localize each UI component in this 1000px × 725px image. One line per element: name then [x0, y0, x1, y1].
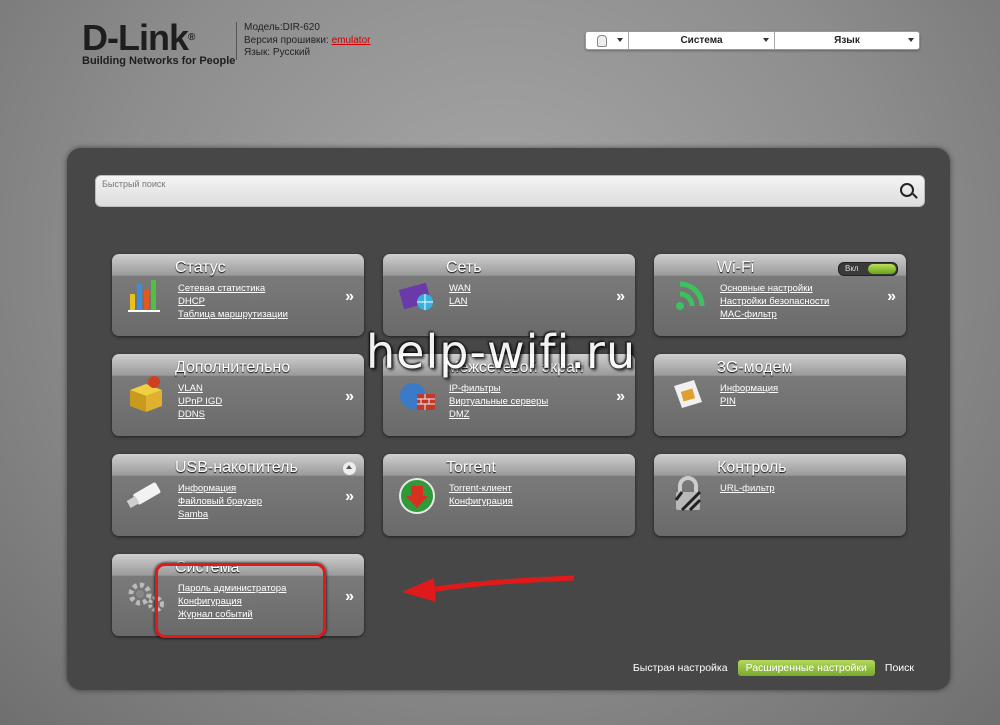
firmware-link[interactable]: emulator — [332, 35, 371, 46]
tile-status-title: Статус — [175, 259, 226, 276]
link-torrent-config[interactable]: Конфигурация — [449, 495, 513, 508]
language-dropdown-label: Язык — [834, 35, 860, 46]
link-mac-filter[interactable]: MAC-фильтр — [720, 308, 829, 321]
language-dropdown[interactable]: Язык — [775, 32, 919, 49]
link-vlan[interactable]: VLAN — [178, 382, 222, 395]
search-link[interactable]: Поиск — [885, 662, 914, 674]
toggle-knob — [868, 264, 896, 274]
box-icon — [130, 376, 162, 412]
top-menu-bar: Система Язык — [585, 31, 920, 50]
tile-torrent-title: Torrent — [446, 459, 496, 476]
sim-card-icon — [674, 380, 702, 408]
link-file-browser[interactable]: Файловый браузер — [178, 495, 262, 508]
expand-arrow-icon[interactable]: » — [345, 588, 354, 606]
link-lan[interactable]: LAN — [449, 295, 471, 308]
chart-icon — [128, 280, 160, 312]
torrent-download-icon — [399, 478, 435, 514]
tile-control[interactable]: Контроль URL-фильтр — [654, 454, 906, 536]
logo-text: D-Link — [82, 17, 189, 58]
expand-arrow-icon[interactable]: » — [616, 388, 625, 406]
search-placeholder: Быстрый поиск — [102, 179, 166, 189]
tile-network[interactable]: Сеть WAN LAN » — [383, 254, 635, 336]
link-dhcp[interactable]: DHCP — [178, 295, 288, 308]
tile-network-title: Сеть — [446, 259, 482, 276]
expand-arrow-icon[interactable]: » — [345, 488, 354, 506]
expand-arrow-icon[interactable]: » — [345, 388, 354, 406]
tile-status[interactable]: Статус Сетевая статистика DHCP Таблица м… — [112, 254, 364, 336]
link-routing-table[interactable]: Таблица маршрутизации — [178, 308, 288, 321]
expand-arrow-icon[interactable]: » — [345, 288, 354, 306]
usb-drive-icon — [126, 482, 161, 508]
red-arrow-annotation — [402, 575, 575, 602]
link-wifi-security[interactable]: Настройки безопасности — [720, 295, 829, 308]
link-virtual-servers[interactable]: Виртуальные серверы — [449, 395, 548, 408]
tile-3g-modem[interactable]: 3G-модем Информация PIN — [654, 354, 906, 436]
chevron-down-icon — [763, 38, 769, 42]
link-pin[interactable]: PIN — [720, 395, 778, 408]
link-ddns[interactable]: DDNS — [178, 408, 222, 421]
link-ip-filters[interactable]: IP-фильтры — [449, 382, 548, 395]
link-upnp[interactable]: UPnP IGD — [178, 395, 222, 408]
link-usb-info[interactable]: Информация — [178, 482, 262, 495]
link-wan[interactable]: WAN — [449, 282, 471, 295]
lightbulb-icon — [597, 34, 607, 47]
system-dropdown-label: Система — [680, 35, 723, 46]
tips-dropdown[interactable] — [586, 32, 629, 49]
device-info: Модель:DIR-620 Версия прошивки: emulator… — [236, 22, 370, 60]
chevron-down-icon — [908, 38, 914, 42]
quick-setup-link[interactable]: Быстрая настройка — [633, 662, 728, 674]
tile-control-title: Контроль — [717, 459, 787, 476]
tile-advanced[interactable]: Дополнительно VLAN UPnP IGD DDNS » — [112, 354, 364, 436]
dlink-logo: D-Link® Building Networks for People — [82, 17, 236, 68]
expand-arrow-icon[interactable]: » — [887, 288, 896, 306]
search-icon[interactable] — [900, 183, 914, 197]
highlight-box — [155, 563, 326, 638]
expand-arrow-icon[interactable]: » — [616, 288, 625, 306]
tile-wifi-title: Wi-Fi — [717, 259, 755, 276]
firmware-label: Версия прошивки: — [244, 34, 332, 46]
advanced-settings-button[interactable]: Расширенные настройки — [737, 660, 875, 676]
padlock-icon — [674, 476, 702, 512]
bottom-nav: Быстрая настройка Расширенные настройки … — [633, 660, 914, 676]
link-dmz[interactable]: DMZ — [449, 408, 548, 421]
network-globe-icon — [398, 282, 433, 310]
wifi-toggle[interactable]: Вкл — [838, 262, 898, 276]
wifi-icon — [676, 281, 705, 310]
link-url-filter[interactable]: URL-фильтр — [720, 482, 775, 495]
tile-3g-modem-title: 3G-модем — [717, 359, 793, 376]
system-dropdown[interactable]: Система — [629, 32, 775, 49]
tile-torrent[interactable]: Torrent Torrent-клиент Конфигурация — [383, 454, 635, 536]
watermark-text: help-wifi.ru — [366, 325, 637, 379]
link-network-stats[interactable]: Сетевая статистика — [178, 282, 288, 295]
language-info: Язык: Русский — [244, 47, 311, 58]
logo-tagline: Building Networks for People — [82, 55, 236, 67]
link-wifi-basic[interactable]: Основные настройки — [720, 282, 829, 295]
model-info: Модель:DIR-620 — [244, 22, 320, 33]
wifi-toggle-label: Вкл — [845, 264, 859, 273]
link-modem-info[interactable]: Информация — [720, 382, 778, 395]
tile-advanced-title: Дополнительно — [175, 359, 291, 376]
link-torrent-client[interactable]: Torrent-клиент — [449, 482, 513, 495]
tile-usb-storage-title: USB-накопитель — [175, 459, 298, 476]
firmware-info: Версия прошивки: emulator — [244, 35, 370, 48]
tile-wifi[interactable]: Wi-Fi Вкл Основные настройки Настройки б… — [654, 254, 906, 336]
tile-usb-storage[interactable]: USB-накопитель Информация Файловый брауз… — [112, 454, 364, 536]
eject-icon[interactable] — [343, 462, 356, 475]
chevron-down-icon — [617, 38, 623, 42]
search-input[interactable]: Быстрый поиск — [95, 175, 925, 207]
logo-registered: ® — [188, 32, 195, 43]
link-samba[interactable]: Samba — [178, 508, 262, 521]
